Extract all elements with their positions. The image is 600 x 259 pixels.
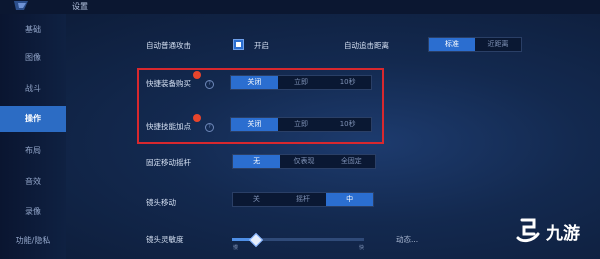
sidebar-item-sound[interactable]: 音效 — [0, 169, 66, 195]
sidebar: 基础 图像 战斗 操作 布局 音效 录像 功能/隐私 — [0, 14, 66, 259]
sensitivity-slider-thumb[interactable] — [248, 232, 263, 248]
fixed-joystick-label: 固定移动摇杆 — [146, 158, 191, 167]
auto-chase-option-near[interactable]: 近距离 — [475, 38, 521, 51]
new-badge-icon — [193, 114, 201, 122]
auto-attack-label: 自动普通攻击 — [146, 41, 191, 50]
camera-move-segmented: 关 摇杆 中 — [232, 192, 374, 207]
camera-move-label: 镜头移动 — [146, 198, 176, 207]
fixed-joystick-option-visual[interactable]: 仅表现 — [280, 155, 327, 168]
camera-move-option-off[interactable]: 关 — [233, 193, 280, 206]
sidebar-item-controls[interactable]: 操作 — [0, 106, 66, 132]
fixed-joystick-option-full[interactable]: 全固定 — [328, 155, 375, 168]
fixed-joystick-option-none[interactable]: 无 — [233, 155, 281, 168]
back-icon[interactable] — [10, 0, 34, 12]
help-icon[interactable]: ? — [205, 80, 214, 89]
camera-move-option-joystick[interactable]: 摇杆 — [280, 193, 327, 206]
sidebar-item-combat[interactable]: 战斗 — [0, 76, 66, 102]
page-title: 设置 — [72, 2, 88, 11]
camera-move-option-mid[interactable]: 中 — [326, 193, 374, 206]
sidebar-item-basic[interactable]: 基础 — [0, 17, 66, 43]
quick-skill-option-immediate[interactable]: 立即 — [278, 118, 325, 131]
auto-chase-label: 自动追击距离 — [344, 41, 389, 50]
auto-chase-segmented: 标准 近距离 — [428, 37, 522, 52]
quick-skill-label: 快捷技能加点 — [146, 122, 191, 131]
auto-attack-checkbox[interactable] — [233, 39, 244, 50]
quick-buy-segmented: 关闭 立即 10秒 — [230, 75, 372, 90]
dynamic-setting-label: 动态... — [396, 235, 419, 244]
sidebar-item-replay[interactable]: 录像 — [0, 199, 66, 225]
sidebar-item-privacy[interactable]: 功能/隐私 — [0, 228, 66, 254]
quick-buy-option-10s[interactable]: 10秒 — [324, 76, 371, 89]
quick-buy-option-off[interactable]: 关闭 — [231, 76, 278, 89]
quick-skill-segmented: 关闭 立即 10秒 — [230, 117, 372, 132]
settings-screen: 设置 基础 图像 战斗 操作 布局 音效 录像 功能/隐私 自动普通攻击 开启 … — [0, 0, 600, 259]
auto-attack-checkbox-label: 开启 — [254, 41, 269, 50]
new-badge-icon — [193, 71, 201, 79]
slider-min-label: 慢 — [233, 245, 239, 251]
quick-buy-label: 快捷装备购买 — [146, 79, 191, 88]
top-bar: 设置 — [0, 0, 600, 14]
help-icon[interactable]: ? — [205, 123, 214, 132]
watermark-text: 九游 — [546, 224, 580, 244]
sidebar-item-layout[interactable]: 布局 — [0, 138, 66, 164]
sidebar-item-graphics[interactable]: 图像 — [0, 45, 66, 71]
quick-skill-option-10s[interactable]: 10秒 — [324, 118, 371, 131]
quick-buy-option-immediate[interactable]: 立即 — [278, 76, 325, 89]
quick-skill-option-off[interactable]: 关闭 — [231, 118, 278, 131]
auto-chase-option-standard[interactable]: 标准 — [429, 38, 475, 51]
fixed-joystick-segmented: 无 仅表现 全固定 — [232, 154, 376, 169]
slider-max-label: 快 — [359, 245, 365, 251]
camera-sensitivity-label: 镜头灵敏度 — [146, 235, 184, 244]
